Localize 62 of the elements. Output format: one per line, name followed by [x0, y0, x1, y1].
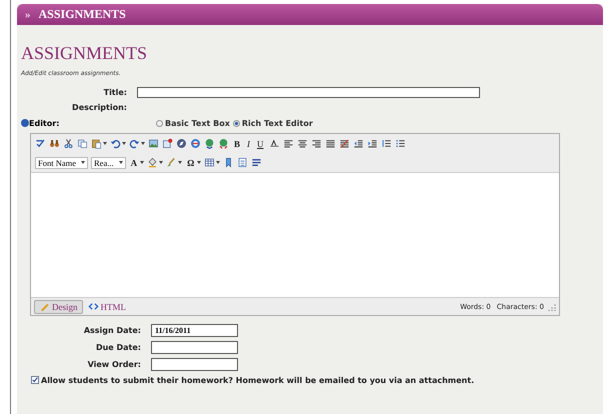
field-label: Editor: [29, 118, 60, 128]
input-field[interactable]: 11/16/2011 [151, 324, 238, 337]
editor-tab[interactable]: HTML [82, 300, 131, 314]
indent-icon[interactable] [366, 138, 378, 149]
align-right-icon[interactable] [310, 138, 322, 149]
table-icon[interactable] [204, 157, 216, 168]
format-button[interactable]: U [255, 138, 266, 148]
page-heading: ASSIGNMENTS [21, 43, 148, 64]
radio-label[interactable]: Rich Text Editor [242, 118, 313, 128]
redo-icon[interactable] [129, 138, 140, 149]
checkbox-label[interactable]: Allow students to submit their homework? Homework will be emailed to you via an attachment. [41, 376, 474, 384]
document-icon[interactable] [237, 157, 248, 168]
spellcheck-icon[interactable] [35, 138, 46, 149]
toolbar-dropdown[interactable]: Rea... [91, 156, 126, 168]
dropdown-arrow-icon[interactable] [197, 161, 202, 164]
binoculars-icon[interactable] [49, 138, 60, 149]
help-icon[interactable] [21, 119, 29, 127]
field-label: Due Date: [94, 343, 142, 352]
format-button[interactable]: Ω [185, 158, 196, 168]
paragraph-lines-icon[interactable] [251, 157, 262, 168]
justify-icon[interactable] [324, 138, 336, 149]
code-icon [88, 301, 98, 312]
header-title: ASSIGNMENTS [38, 7, 126, 22]
paste-icon[interactable] [91, 138, 102, 149]
paint-bucket-icon[interactable] [147, 157, 158, 168]
dropdown-arrow-icon[interactable] [216, 161, 220, 164]
field-label: Assign Date: [82, 326, 142, 335]
pencil-icon [39, 301, 50, 312]
align-center-icon[interactable] [296, 138, 308, 149]
numbered-list-icon[interactable] [380, 138, 392, 149]
format-button[interactable]: B [232, 138, 242, 148]
dropdown-arrow-icon[interactable] [141, 142, 145, 145]
compass-icon[interactable] [176, 138, 187, 149]
toolbar-dropdown[interactable]: Font Name [35, 156, 88, 168]
dropdown-arrow-icon[interactable] [122, 142, 126, 145]
remove-format-icon[interactable] [338, 138, 350, 149]
header-glyph: » [25, 8, 30, 20]
title-field[interactable] [137, 86, 480, 98]
field-label: View Order: [86, 360, 142, 369]
align-left-icon[interactable] [282, 138, 294, 149]
outdent-icon[interactable] [352, 138, 364, 149]
dropdown-arrow-icon[interactable] [159, 161, 164, 164]
editor-tab[interactable]: Design [34, 300, 82, 314]
image-icon[interactable] [148, 138, 159, 149]
input-field[interactable] [151, 341, 238, 354]
dropdown-arrow-icon[interactable] [103, 142, 107, 145]
copy-icon[interactable] [77, 138, 88, 149]
dropdown-arrow-icon[interactable] [140, 161, 144, 164]
image-pin-icon[interactable] [162, 138, 173, 149]
radio-label[interactable]: Basic Text Box [165, 118, 230, 128]
radio-button[interactable] [156, 120, 163, 126]
scissors-icon[interactable] [63, 138, 74, 149]
bullet-list-icon[interactable] [394, 138, 406, 149]
format-button[interactable]: I [245, 138, 252, 148]
field-label: Title: [102, 88, 128, 96]
undo-icon[interactable] [110, 138, 121, 149]
radio-button[interactable] [232, 120, 240, 126]
format-button[interactable]: A [128, 158, 140, 168]
input-field[interactable] [151, 358, 238, 371]
dropdown-arrow-icon[interactable] [178, 161, 182, 164]
field-label: Description: [71, 102, 128, 112]
checkbox[interactable] [31, 376, 39, 384]
